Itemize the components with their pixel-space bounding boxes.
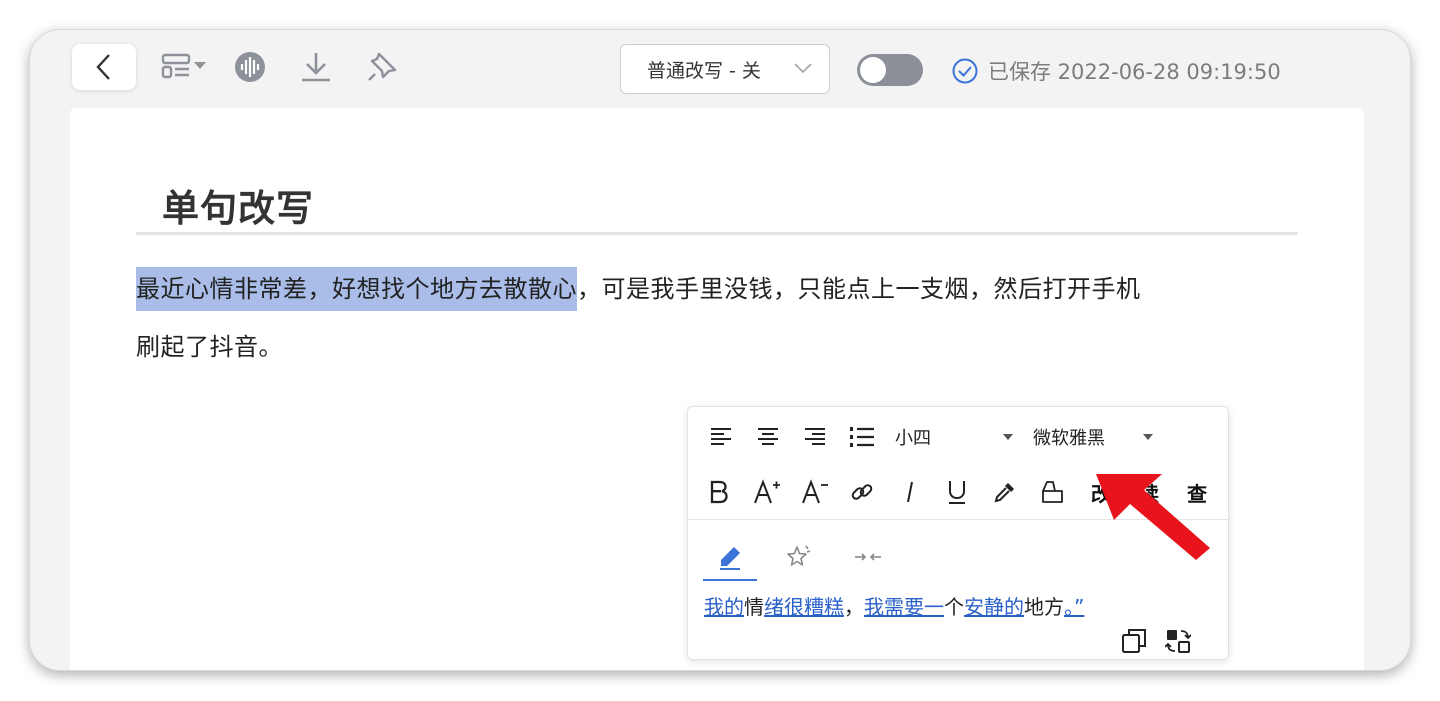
mode-toggle[interactable] xyxy=(857,54,923,86)
back-button[interactable] xyxy=(72,44,136,90)
document-paragraph[interactable]: 最近心情非常差，好想找个地方去散散心，可是我手里没钱，只能点上一支烟，然后打开手… xyxy=(136,260,1296,376)
changed-segment[interactable]: 我需要一 xyxy=(864,595,944,619)
changed-segment[interactable]: 。” xyxy=(1064,595,1084,619)
save-status-text: 已保存 2022-06-28 09:19:50 xyxy=(988,60,1281,84)
save-status: 已保存 2022-06-28 09:19:50 xyxy=(952,56,1281,86)
chevron-down-icon xyxy=(794,63,812,74)
numbered-list-icon xyxy=(850,427,874,447)
replace-button[interactable] xyxy=(1164,627,1192,655)
font-family-select[interactable]: 微软雅黑 xyxy=(1033,421,1159,453)
pin-icon xyxy=(368,52,397,81)
rewrite-result: 我的情绪很糟糕，我需要一个安静的地方。” xyxy=(704,591,1084,620)
italic-button[interactable] xyxy=(895,475,925,509)
eyedropper-icon xyxy=(994,483,1014,503)
paragraph-text-line2: 刷起了抖音。 xyxy=(136,333,283,361)
format-painter-button[interactable] xyxy=(1038,475,1068,509)
font-increase-icon xyxy=(754,479,780,504)
layout-dropdown-button[interactable] xyxy=(160,50,212,84)
tab-polish[interactable] xyxy=(774,537,824,577)
italic-icon xyxy=(907,481,913,503)
font-increase-button[interactable] xyxy=(752,475,782,509)
bold-button[interactable] xyxy=(704,475,734,509)
changed-segment[interactable]: 绪很糟糕 xyxy=(764,595,844,619)
app-window: 普通改写 - 关 已保存 2022-06-28 09:19:50 单句改写 最近… xyxy=(30,30,1410,670)
pin-button[interactable] xyxy=(364,50,400,84)
format-painter-icon xyxy=(1042,481,1063,503)
selected-text[interactable]: 最近心情非常差，好想找个地方去散散心 xyxy=(136,267,577,311)
changed-segment[interactable]: 安静的 xyxy=(964,595,1024,619)
font-size-value: 小四 xyxy=(895,428,931,449)
copy-button[interactable] xyxy=(1120,627,1148,655)
caret-down-icon xyxy=(1003,434,1013,440)
rewrite-mode-select[interactable]: 普通改写 - 关 xyxy=(620,44,830,94)
align-center-button[interactable] xyxy=(753,421,783,453)
download-icon xyxy=(302,53,330,82)
result-segment: ， xyxy=(844,595,864,619)
tab-condense[interactable] xyxy=(843,537,893,577)
chevron-left-icon xyxy=(96,54,110,80)
title-divider xyxy=(136,232,1298,235)
document-editor[interactable]: 单句改写 最近心情非常差，好想找个地方去散散心，可是我手里没钱，只能点上一支烟，… xyxy=(70,108,1364,670)
caret-down-icon xyxy=(1143,434,1153,440)
underline-icon xyxy=(949,481,965,504)
align-center-icon xyxy=(758,428,778,445)
copy-icon xyxy=(1122,629,1146,653)
audio-wave-icon xyxy=(235,52,265,82)
align-right-icon xyxy=(805,428,825,445)
align-left-icon xyxy=(711,428,731,445)
toggle-knob xyxy=(860,57,886,83)
condense-arrows-icon xyxy=(855,553,881,561)
changed-segment[interactable]: 我的 xyxy=(704,595,744,619)
pencil-icon xyxy=(720,547,740,570)
replace-icon xyxy=(1165,630,1191,653)
tab-rewrite[interactable] xyxy=(705,537,755,577)
numbered-list-button[interactable] xyxy=(847,421,877,453)
document-title[interactable]: 单句改写 xyxy=(162,178,314,232)
sparkle-star-icon xyxy=(787,545,811,566)
font-decrease-button[interactable] xyxy=(800,475,830,509)
underline-button[interactable] xyxy=(942,475,972,509)
audio-button[interactable] xyxy=(233,50,267,84)
color-picker-button[interactable] xyxy=(990,475,1020,509)
download-button[interactable] xyxy=(298,50,334,84)
bold-icon xyxy=(710,480,728,504)
font-size-select[interactable]: 小四 xyxy=(895,421,1015,453)
layout-dropdown-icon xyxy=(161,53,206,79)
font-decrease-icon xyxy=(802,479,828,504)
align-right-button[interactable] xyxy=(800,421,830,453)
result-segment: 地方 xyxy=(1024,595,1064,619)
rewrite-mode-value: 普通改写 - 关 xyxy=(647,59,761,82)
result-segment: 情 xyxy=(744,595,764,619)
active-tab-indicator xyxy=(703,579,757,581)
check-circle-icon xyxy=(952,58,978,84)
align-left-button[interactable] xyxy=(706,421,736,453)
font-family-value: 微软雅黑 xyxy=(1033,428,1105,449)
result-segment: 个 xyxy=(944,595,964,619)
link-button[interactable] xyxy=(847,475,877,509)
annotation-arrow xyxy=(1096,474,1210,560)
paragraph-text-line1: ，可是我手里没钱，只能点上一支烟，然后打开手机 xyxy=(577,275,1141,303)
link-icon xyxy=(851,484,873,500)
